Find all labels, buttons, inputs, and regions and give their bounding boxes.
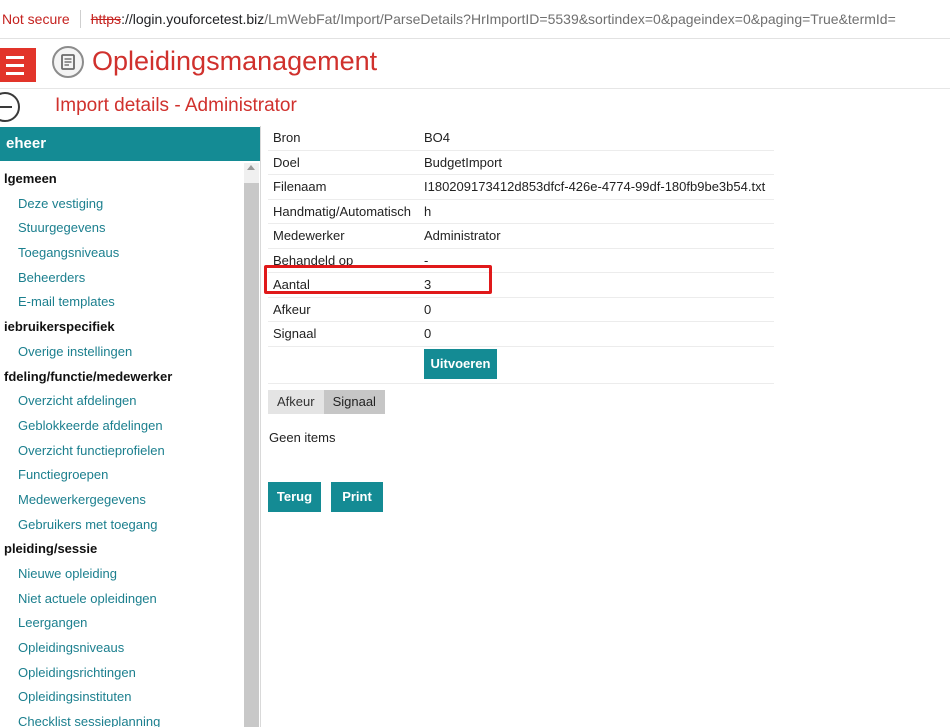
divider xyxy=(79,10,81,28)
detail-row-handmatig: Handmatig/Automatisch h xyxy=(268,200,774,224)
sidebar-item-gebruikers-met-toegang[interactable]: Gebruikers met toegang xyxy=(0,513,244,538)
detail-row-afkeur: Afkeur 0 xyxy=(268,298,774,322)
import-details-table: Bron BO4 Doel BudgetImport Filenaam I180… xyxy=(268,126,774,384)
sidebar-item-overzicht-afdelingen[interactable]: Overzicht afdelingen xyxy=(0,389,244,414)
sidebar-item-opleidingsrichtingen[interactable]: Opleidingsrichtingen xyxy=(0,661,244,686)
highlight-box xyxy=(264,265,492,294)
sidebar-item-opleidingsinstituten[interactable]: Opleidingsinstituten xyxy=(0,685,244,710)
sidebar-section-opleiding: pleiding/sessie xyxy=(4,541,98,557)
sidebar-item-overige-instellingen[interactable]: Overige instellingen xyxy=(0,340,244,365)
detail-row-filenaam: Filenaam I180209173412d853dfcf-426e-4774… xyxy=(268,175,774,200)
sidebar-item-email-templates[interactable]: E-mail templates xyxy=(0,290,244,315)
not-secure-label[interactable]: Not secure xyxy=(2,11,70,27)
sidebar-section-algemeen: lgemeen xyxy=(4,171,57,186)
detail-label: Handmatig/Automatisch xyxy=(273,203,412,219)
detail-label: Bron xyxy=(273,130,301,145)
sidebar-item-checklist-sessieplanning[interactable]: Checklist sessieplanning xyxy=(0,710,244,727)
sidebar-item-nieuwe-opleiding[interactable]: Nieuwe opleiding xyxy=(0,562,244,587)
detail-value: Administrator xyxy=(424,228,501,243)
sidebar-item-toegangsniveaus[interactable]: Toegangsniveaus xyxy=(0,241,244,266)
sidebar-item-niet-actuele-opleidingen[interactable]: Niet actuele opleidingen xyxy=(0,587,244,612)
back-circle-icon[interactable] xyxy=(0,92,20,122)
sidebar-item-leergangen[interactable]: Leergangen xyxy=(0,611,244,636)
detail-row-actions: Uitvoeren xyxy=(268,347,774,384)
detail-label: Doel xyxy=(273,154,300,170)
sidebar-item-medewerkergegevens[interactable]: Medewerkergegevens xyxy=(0,488,244,513)
detail-value: I180209173412d853dfcf-426e-4774-99df-180… xyxy=(424,179,766,194)
sidebar-item-overzicht-functieprofielen[interactable]: Overzicht functieprofielen xyxy=(0,439,244,464)
sidebar-section-afdeling: fdeling/functie/medewerker xyxy=(4,368,173,384)
execute-button[interactable]: Uitvoeren xyxy=(424,348,497,379)
detail-label: Afkeur xyxy=(273,301,311,317)
back-button[interactable]: Terug xyxy=(268,482,321,512)
address-bar[interactable]: Not secure https ://login.youforcetest.b… xyxy=(0,0,950,39)
page-title: Import details - Administrator xyxy=(55,95,297,116)
detail-label: Medewerker xyxy=(273,228,345,243)
url-path: /LmWebFat/Import/ParseDetails?HrImportID… xyxy=(264,11,896,27)
sidebar: eheer lgemeen Deze vestiging Stuurgegeve… xyxy=(0,126,261,727)
detail-value: BudgetImport xyxy=(424,154,503,170)
sidebar-item-stuurgegevens[interactable]: Stuurgegevens xyxy=(0,216,244,241)
tab-signaal[interactable]: Signaal xyxy=(323,390,385,414)
app-logo-icon xyxy=(52,46,84,78)
sidebar-item-geblokkeerde-afdelingen[interactable]: Geblokkeerde afdelingen xyxy=(0,414,244,439)
print-button[interactable]: Print xyxy=(331,482,383,512)
detail-row-medewerker: Medewerker Administrator xyxy=(268,224,774,249)
result-tabs: Afkeur Signaal xyxy=(268,390,385,414)
sidebar-section-gebruikerspecifiek: iebruikerspecifiek xyxy=(4,319,115,335)
sidebar-item-functiegroepen[interactable]: Functiegroepen xyxy=(0,463,244,488)
app-title: Opleidingsmanagement xyxy=(92,46,378,76)
detail-value: BO4 xyxy=(424,130,451,145)
sidebar-item-opleidingsniveaus[interactable]: Opleidingsniveaus xyxy=(0,636,244,661)
sidebar-item-beheerders[interactable]: Beheerders xyxy=(0,266,244,291)
app-header: Opleidingsmanagement xyxy=(0,40,950,89)
url-scheme: https xyxy=(90,11,122,27)
detail-label: Filenaam xyxy=(273,179,327,194)
empty-message: Geen items xyxy=(269,430,336,445)
menu-icon[interactable] xyxy=(0,48,36,82)
detail-row-doel: Doel BudgetImport xyxy=(268,151,774,175)
detail-label: Signaal xyxy=(273,326,317,341)
sidebar-header: eheer xyxy=(0,127,260,161)
url-host: ://login.youforcetest.biz xyxy=(121,11,265,27)
scroll-up-arrow-icon[interactable] xyxy=(247,165,255,170)
detail-row-signaal: Signaal 0 xyxy=(268,322,774,347)
sidebar-scrollbar[interactable] xyxy=(244,163,259,727)
detail-value: 0 xyxy=(424,301,432,317)
sidebar-menu: lgemeen Deze vestiging Stuurgegevens Toe… xyxy=(0,167,244,727)
detail-value: h xyxy=(424,203,432,219)
detail-value: 0 xyxy=(424,326,432,341)
page-title-bar: Import details - Administrator xyxy=(0,89,950,125)
sidebar-item-deze-vestiging[interactable]: Deze vestiging xyxy=(0,192,244,217)
tab-afkeur[interactable]: Afkeur xyxy=(268,390,324,414)
detail-row-bron: Bron BO4 xyxy=(268,126,774,151)
scrollbar-thumb[interactable] xyxy=(244,183,259,727)
